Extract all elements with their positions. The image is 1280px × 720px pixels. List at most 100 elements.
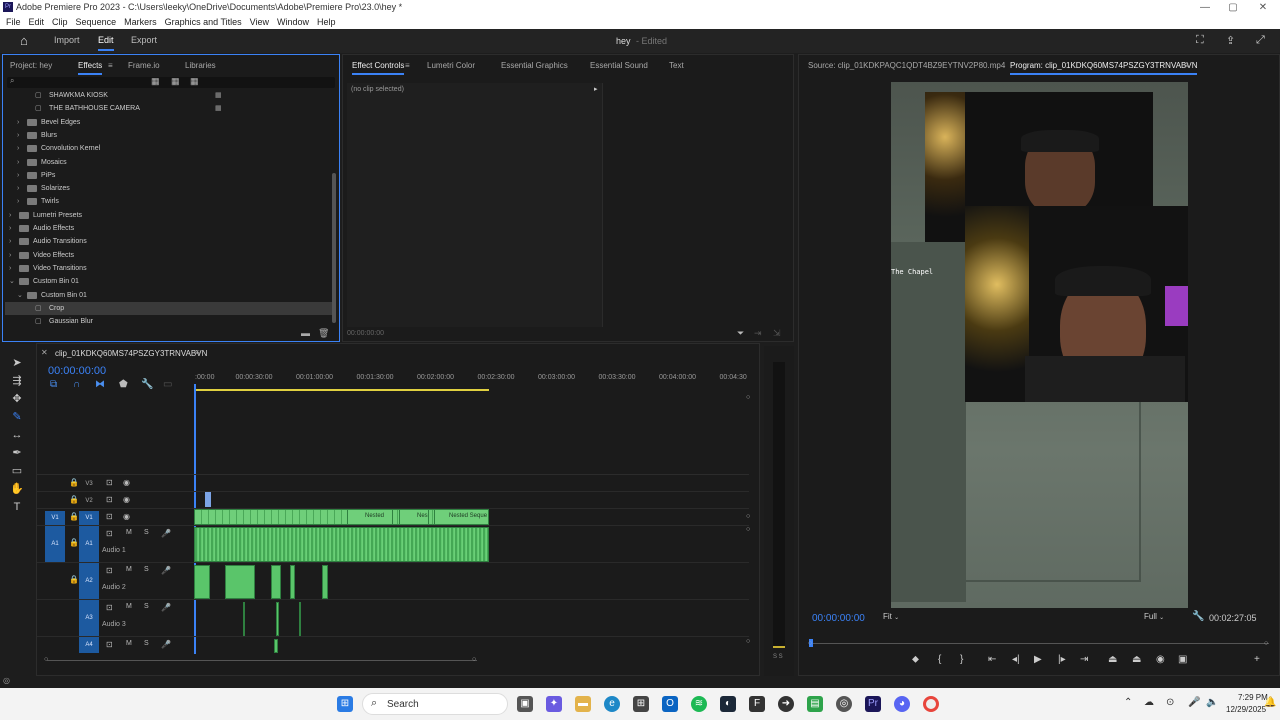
store-icon[interactable]: ⊞ xyxy=(633,696,649,712)
program-video-frame[interactable]: The Chapel xyxy=(891,82,1188,608)
track-name-audio3[interactable]: Audio 3 xyxy=(102,621,126,628)
lock-icon[interactable]: 🔒 xyxy=(69,575,79,584)
tab-project[interactable]: Project: hey xyxy=(10,61,52,70)
snap-icon[interactable]: ∩ xyxy=(73,379,80,390)
chevron-right-icon[interactable]: › xyxy=(17,169,19,182)
tab-essential-graphics[interactable]: Essential Graphics xyxy=(501,61,568,70)
menu-markers[interactable]: Markers xyxy=(124,17,157,27)
track-a1[interactable]: A1 🔒 A1 ⊡ M S 🎤 Audio 1 xyxy=(37,526,749,563)
audio3-clip[interactable] xyxy=(299,602,301,636)
marker-icon[interactable]: ⬟ xyxy=(119,379,128,390)
eye-icon[interactable]: ◉ xyxy=(123,478,130,487)
effects-tree-item[interactable]: ⌄ Custom Bin 01 xyxy=(5,289,333,302)
solo-button[interactable]: S xyxy=(144,529,149,536)
audio2-clip[interactable] xyxy=(194,565,210,599)
cloud-icon[interactable]: ☁ xyxy=(1144,697,1154,708)
share-icon[interactable]: ⇪ xyxy=(1226,34,1235,47)
chevron-right-icon[interactable]: › xyxy=(17,182,19,195)
eye-icon[interactable]: ◉ xyxy=(123,495,130,504)
yuv-effects-icon[interactable]: ▦ xyxy=(190,76,199,87)
track-label-a1[interactable]: A1 xyxy=(79,526,99,562)
app-icon[interactable]: ➜ xyxy=(778,696,794,712)
audio3-clip[interactable] xyxy=(243,602,245,636)
sync-icon[interactable]: ⊡ xyxy=(106,495,113,504)
track-v2[interactable]: 🔒 V2 ⊡ ◉ xyxy=(37,492,749,509)
export-frame-icon[interactable]: ◉ xyxy=(1156,654,1165,665)
solo-button[interactable]: S xyxy=(144,603,149,610)
effects-scrollbar[interactable] xyxy=(332,173,336,323)
track-label-v1[interactable]: V1 xyxy=(79,511,99,525)
chevron-right-icon[interactable]: › xyxy=(9,235,11,248)
mic-icon[interactable]: 🎤 xyxy=(161,603,171,612)
menu-view[interactable]: View xyxy=(250,17,269,27)
outlook-icon[interactable]: O xyxy=(662,696,678,712)
menu-edit[interactable]: Edit xyxy=(29,17,45,27)
tab-edit[interactable]: Edit xyxy=(98,35,114,51)
start-icon[interactable]: ⊞ xyxy=(337,696,353,712)
effects-tree-item[interactable]: › Convolution Kernel xyxy=(5,142,333,155)
tab-text[interactable]: Text xyxy=(669,61,684,70)
edge-icon[interactable]: e xyxy=(604,696,620,712)
sequence-menu-icon[interactable]: ≡ xyxy=(195,348,200,357)
fit-dropdown[interactable]: Fit ⌄ xyxy=(883,612,925,624)
track-label-a2[interactable]: A2 xyxy=(79,563,99,599)
menu-help[interactable]: Help xyxy=(317,17,336,27)
eye-icon[interactable]: ◉ xyxy=(123,512,130,521)
wrench-icon[interactable]: 🔧 xyxy=(1192,611,1204,622)
go-to-out-icon[interactable]: ⇥ xyxy=(1080,654,1088,665)
track-name-audio2[interactable]: Audio 2 xyxy=(102,584,126,591)
mute-button[interactable]: M xyxy=(126,529,132,536)
timeline-timecode[interactable]: 00:00:00:00 xyxy=(48,365,106,377)
chevron-right-icon[interactable]: › xyxy=(17,116,19,129)
sync-icon[interactable]: ⊡ xyxy=(106,566,113,575)
effects-tree-item[interactable]: ▢ THE BATHHOUSE CAMERA ▦ xyxy=(5,102,333,115)
effects-tree-item[interactable]: › PiPs xyxy=(5,169,333,182)
tab-effects[interactable]: Effects xyxy=(78,61,103,75)
track-a2[interactable]: A2 🔒 ⊡ M S 🎤 Audio 2 xyxy=(37,563,749,600)
menu-window[interactable]: Window xyxy=(277,17,309,27)
scroll-handle-left[interactable]: ○ xyxy=(44,656,48,663)
vscroll-handle-top[interactable]: ○ xyxy=(746,394,750,401)
effects-tree-item[interactable]: › Audio Effects xyxy=(5,222,333,235)
sequence-tab[interactable]: clip_01KDKQ60MS74PSZGY3TRNVABVN xyxy=(55,349,207,358)
audio2-clip[interactable] xyxy=(225,565,255,599)
track-a4[interactable]: A4 ⊡ M S 🎤 xyxy=(37,637,749,654)
program-scrubber[interactable] xyxy=(811,643,1269,644)
minimize-icon[interactable]: — xyxy=(1190,0,1220,15)
source-patch-v1[interactable]: V1 xyxy=(45,511,65,525)
effects-tree-item[interactable]: › Mosaics xyxy=(5,156,333,169)
steam-icon[interactable]: ◐ xyxy=(720,696,736,712)
chevron-right-icon[interactable]: › xyxy=(17,195,19,208)
effects-tree-item[interactable]: ⌄ Custom Bin 01 xyxy=(5,275,333,288)
fullscreen-icon[interactable]: ⤢ xyxy=(1256,34,1265,47)
play-icon[interactable]: ▶ xyxy=(1034,654,1042,665)
vscroll-handle[interactable]: ○ xyxy=(746,513,750,520)
solo-button[interactable]: S xyxy=(144,566,149,573)
menu-clip[interactable]: Clip xyxy=(52,17,68,27)
effects-tree-item[interactable]: › Lumetri Presets xyxy=(5,209,333,222)
ripple-edit-icon[interactable]: ✥ xyxy=(9,392,25,406)
export-frame-icon[interactable]: ⇥ xyxy=(754,328,762,339)
zoom-handle-left[interactable]: ○ xyxy=(808,640,812,647)
audio1-clip[interactable] xyxy=(194,527,489,562)
chevron-up-icon[interactable]: ⌃ xyxy=(1124,697,1132,708)
copilot-icon[interactable]: ✦ xyxy=(546,696,562,712)
v2-clip[interactable] xyxy=(205,492,211,507)
quality-dropdown[interactable]: Full ⌄ xyxy=(1144,612,1186,624)
type-tool-icon[interactable]: T xyxy=(9,500,25,514)
nested-clip-2[interactable]: Nes xyxy=(399,509,429,525)
mic-icon[interactable]: 🎤 xyxy=(161,640,171,649)
lock-icon[interactable]: 🔒 xyxy=(69,495,79,504)
lock-icon[interactable]: 🔒 xyxy=(69,538,79,547)
effects-tree-item[interactable]: ▢ Crop xyxy=(5,301,333,316)
track-label-a4[interactable]: A4 xyxy=(79,637,99,653)
effect-controls-menu-icon[interactable]: ≡ xyxy=(405,61,410,70)
audio2-clip[interactable] xyxy=(271,565,281,599)
time-ruler[interactable]: :00:00 00:00:30:00 00:01:00:00 00:01:30:00 0… xyxy=(195,370,751,390)
timeline-settings-icon[interactable]: 🔧 xyxy=(141,379,153,390)
work-area-bar[interactable] xyxy=(195,389,489,391)
extract-icon[interactable]: ⏏ xyxy=(1132,654,1141,665)
nested-clip-1[interactable]: Nested xyxy=(347,509,393,525)
linked-selection-icon[interactable]: ⧓ xyxy=(95,379,105,390)
razor-tool-icon[interactable]: ✎ xyxy=(9,410,25,424)
